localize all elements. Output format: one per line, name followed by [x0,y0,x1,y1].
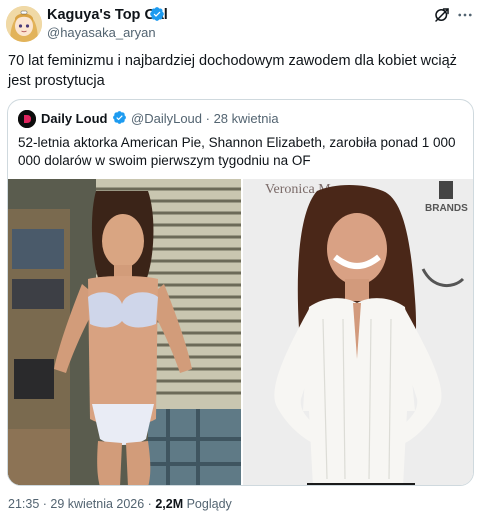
tweet-timestamp[interactable]: 21:35 · 29 kwietnia 2026 · [8,497,155,511]
tweet-card: Kaguya's Top Gal @hayasaka_aryan 70 lat … [0,0,480,517]
quote-avatar[interactable] [18,110,36,128]
tweet-meta: 21:35 · 29 kwietnia 2026 · 2,2M Poglądy [8,497,232,511]
quoted-tweet[interactable]: Daily Loud @DailyLoud · 28 kwietnia 52-l… [7,99,474,486]
author-handle[interactable]: @hayasaka_aryan [47,25,156,40]
view-count: 2,2M [155,497,184,511]
quote-image-left[interactable] [8,179,241,485]
quote-image-right[interactable]: Veronica M BRANDS [243,179,473,485]
quote-handle-date[interactable]: @DailyLoud · 28 kwietnia [131,111,279,126]
quote-author-name[interactable]: Daily Loud [41,111,107,126]
author-avatar[interactable] [6,6,42,42]
more-icon[interactable] [456,6,474,24]
quote-text: 52-letnia aktorka American Pie, Shannon … [18,135,456,168]
view-label: Poglądy [183,497,232,511]
backdrop-side-text: BRANDS [425,203,468,214]
quote-handle[interactable]: @DailyLoud [131,111,202,126]
verified-badge-icon [113,111,126,124]
tweet-text: 70 lat feminizmu i najbardziej dochodowy… [8,53,457,89]
grok-icon[interactable] [433,6,451,24]
verified-badge-icon [150,7,164,21]
quote-date[interactable]: · 28 kwietnia [206,111,279,126]
